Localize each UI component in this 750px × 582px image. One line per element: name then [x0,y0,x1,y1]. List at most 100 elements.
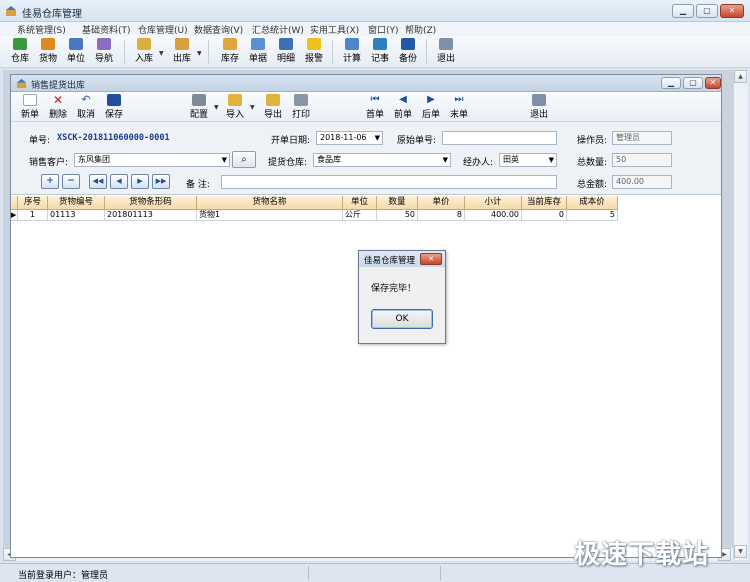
outbound-dropdown-icon[interactable]: ▼ [197,50,202,57]
next-record-button[interactable]: ▶ 后单 [419,94,443,120]
grid-header[interactable]: 成本价 [567,196,618,210]
menu-system[interactable]: 系统管理(S) [17,23,66,36]
scroll-down-icon[interactable]: ▼ [734,545,747,558]
table-cell[interactable]: 公斤 [343,210,377,221]
grid-header[interactable]: 货物条形码 [105,196,197,210]
row-prev-button[interactable]: ◀ [110,174,128,189]
outbound-icon [175,38,189,50]
import-dropdown-icon[interactable]: ▼ [250,104,255,111]
child-maximize-icon[interactable]: ▢ [683,77,703,89]
row-first-button[interactable]: ◀◀ [89,174,107,189]
import-button[interactable]: 导入 [223,94,247,120]
customer-search-button[interactable]: ⌕ [232,151,256,168]
close-icon[interactable]: ✕ [720,4,744,18]
child-title: 销售提货出库 [31,81,86,91]
menu-warehouse[interactable]: 仓库管理(U) [138,23,188,36]
menu-query[interactable]: 数据查询(V) [194,23,243,36]
row-last-button[interactable]: ▶▶ [152,174,170,189]
warehouse-label: 提货仓库: [268,158,308,168]
add-row-button[interactable]: + [41,174,59,189]
prev-record-button[interactable]: ◀ 前单 [391,94,415,120]
last-record-button[interactable]: ⏭ 末单 [447,94,471,120]
remove-row-button[interactable]: − [62,174,80,189]
config-button[interactable]: 配置 [187,94,211,120]
grid-header[interactable]: 货物编号 [48,196,105,210]
toolbar-alarm-button[interactable]: 报警 [302,38,326,64]
toolbar-unit-button[interactable]: 单位 [64,38,88,64]
row-next-button[interactable]: ▶ [131,174,149,189]
child-exit-button[interactable]: 退出 [527,94,551,120]
order-form: 单号: XSCK-201811060000-0001 开单日期: 2018-11… [11,122,721,195]
grid-header[interactable]: 小计 [465,196,522,210]
cancel-button[interactable]: ↶ 取消 [75,94,97,121]
export-icon [266,94,280,106]
grid-header[interactable]: 单价 [418,196,465,210]
table-cell[interactable]: 0 [522,210,567,221]
message-dialog: 佳易仓库管理 ✕ 保存完毕！ OK [358,250,446,344]
table-cell[interactable]: 201801113 [105,210,197,221]
grid-header[interactable]: 当前库存 [522,196,567,210]
ok-button[interactable]: OK [371,309,433,329]
child-close-icon[interactable]: ✕ [705,77,721,89]
menu-help[interactable]: 帮助(Z) [405,23,436,36]
child-minimize-icon[interactable]: ▁ [661,77,681,89]
table-cell[interactable]: 货物1 [197,210,343,221]
new-order-button[interactable]: 新单 [19,94,41,120]
menu-basic-data[interactable]: 基础资料(T) [82,23,131,36]
child-toolbar: 新单 ✕ 删除 ↶ 取消 保存 配置 ▼ 导入 ▼ 导出 打印 ⏮ 首单 ◀ 前单 ▶ 后… [11,92,721,122]
toolbar-inbound-button[interactable]: 入库 [132,38,156,64]
remark-input[interactable] [221,175,557,189]
warehouse-select[interactable]: 食品库 ▼ [313,153,451,167]
import-icon [228,94,242,106]
table-cell[interactable]: 50 [377,210,418,221]
grid-header[interactable]: 数量 [377,196,418,210]
toolbar-notes-button[interactable]: 记事 [368,38,392,64]
toolbar-navigation-button[interactable]: 导航 [92,38,116,64]
table-cell[interactable]: 01113 [48,210,105,221]
table-cell[interactable]: 8 [418,210,465,221]
toolbar-backup-button[interactable]: 备份 [396,38,420,64]
toolbar-separator [208,40,209,64]
toolbar-warehouse-button[interactable]: 仓库 [8,38,32,64]
table-cell[interactable]: 5 [567,210,618,221]
grid-header[interactable]: 单位 [343,196,377,210]
first-row-icon: ◀◀ [92,177,104,185]
menu-statistics[interactable]: 汇总统计(W) [252,23,304,36]
toolbar-document-button[interactable]: 单据 [246,38,270,64]
open-date-picker[interactable]: 2018-11-06 ▼ [316,131,383,145]
exit-icon [532,94,546,106]
dialog-close-icon[interactable]: ✕ [420,253,442,265]
toolbar-exit-button[interactable]: 退出 [434,38,458,64]
grid-header[interactable]: 货物名称 [197,196,343,210]
toolbar-separator [426,40,427,64]
minimize-icon[interactable]: ▁ [672,4,694,18]
toolbar-goods-button[interactable]: 货物 [36,38,60,64]
toolbar-calculator-button[interactable]: 计算 [340,38,364,64]
table-cell[interactable]: 400.00 [465,210,522,221]
toolbar-stock-button[interactable]: 库存 [218,38,242,64]
menu-window[interactable]: 窗口(Y) [368,23,399,36]
toolbar-detail-button[interactable]: 明细 [274,38,298,64]
toolbar-outbound-button[interactable]: 出库 [170,38,194,64]
customer-select[interactable]: 东风集团 ▼ [74,153,230,167]
inbound-dropdown-icon[interactable]: ▼ [159,50,164,57]
scroll-up-icon[interactable]: ▲ [734,70,747,83]
total-amount-label: 总金额: [577,180,608,190]
next-icon: ▶ [427,94,435,105]
handler-select[interactable]: 田英 ▼ [499,153,557,167]
menu-tools[interactable]: 实用工具(X) [310,23,359,36]
status-user: 当前登录用户：管理员 [18,571,109,581]
print-button[interactable]: 打印 [289,94,313,120]
first-record-button[interactable]: ⏮ 首单 [363,94,387,120]
main-vertical-scrollbar[interactable]: ▲ ▼ [733,70,748,560]
save-button[interactable]: 保存 [103,94,125,120]
maximize-icon[interactable]: ▢ [696,4,718,18]
operator-field: 管理员 [612,131,672,145]
doc-no-value: XSCK-201811060000-0001 [57,133,170,143]
orig-no-input[interactable] [442,131,557,145]
delete-button[interactable]: ✕ 删除 [47,94,69,120]
table-cell[interactable]: 1 [18,210,48,221]
export-button[interactable]: 导出 [261,94,285,120]
config-dropdown-icon[interactable]: ▼ [214,104,219,111]
grid-header[interactable]: 序号 [18,196,48,210]
